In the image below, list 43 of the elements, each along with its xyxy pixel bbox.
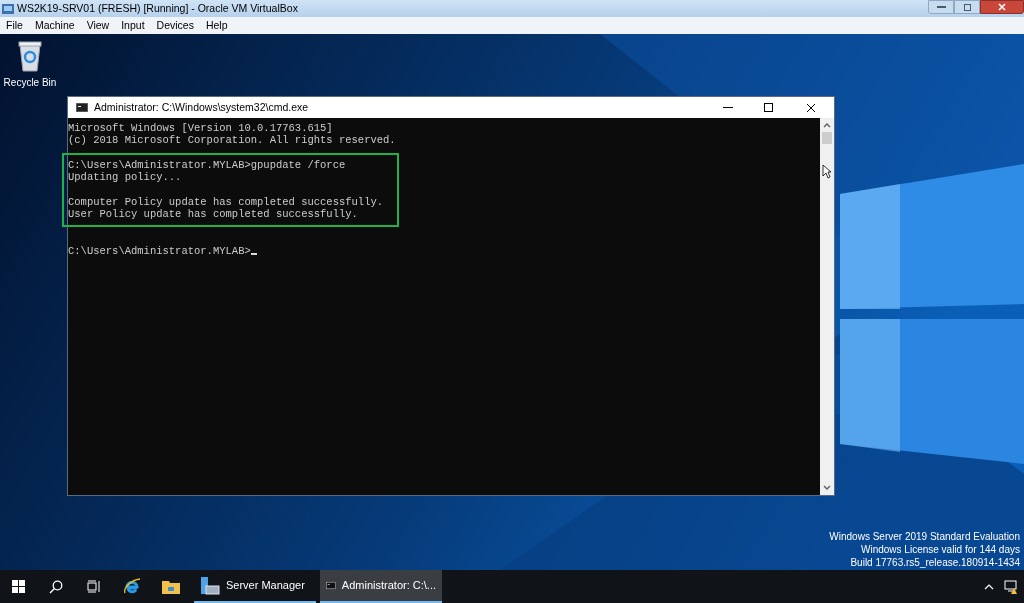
restore-button[interactable]	[954, 0, 980, 14]
taskbar-button[interactable]: Server Manager	[194, 570, 316, 603]
console-icon	[76, 103, 88, 112]
scroll-down-icon[interactable]	[823, 485, 831, 490]
close-icon	[998, 3, 1006, 11]
menu-item[interactable]: Help	[205, 17, 228, 34]
start-icon[interactable]	[11, 580, 25, 593]
browser-icon[interactable]	[123, 577, 141, 596]
window-title: WS2K19-SRV01 (FRESH) [Running] - Oracle VM VirtualBox	[17, 0, 298, 16]
console-line: Microsoft Windows [Version 10.0.17763.615]	[68, 122, 333, 135]
server-manager-icon	[200, 575, 220, 596]
chevron-up-icon[interactable]	[984, 583, 994, 590]
menu-item[interactable]: Devices	[156, 17, 194, 34]
taskbar-button[interactable]: Administrator: C:\...	[320, 570, 442, 603]
desktop-icon-label[interactable]: Recycle Bin	[3, 75, 57, 90]
console-line: Computer Policy update has completed successfully.	[68, 196, 384, 209]
edition-text: Windows Server 2019 Standard Evaluation	[829, 530, 1020, 543]
console-icon	[326, 579, 336, 592]
search-icon[interactable]	[49, 579, 63, 594]
console-line: C:\Users\Administrator.MYLAB>gpupdate /force	[68, 158, 346, 172]
menu-item[interactable]: Machine	[34, 17, 75, 34]
edition-text: Build 17763.rs5_release.180914-1434	[850, 556, 1020, 569]
recycle-bin-icon	[17, 40, 43, 72]
network-warning-icon[interactable]	[1004, 579, 1018, 594]
console-line: C:\Users\Administrator.MYLAB>	[68, 244, 251, 258]
console-line: User Policy update has completed successfully.	[68, 208, 358, 221]
scroll-up-icon[interactable]	[823, 123, 831, 128]
menu-item[interactable]: File	[6, 17, 23, 34]
minimize-button[interactable]	[928, 0, 954, 14]
scrollbar[interactable]	[820, 118, 834, 495]
task-view-icon[interactable]	[87, 580, 101, 593]
scrollbar-thumb[interactable]	[822, 132, 832, 144]
app-icon	[2, 2, 14, 15]
edition-text: Windows License valid for 144 days	[861, 543, 1020, 556]
mouse-pointer-icon	[822, 164, 832, 179]
folder-icon[interactable]	[162, 579, 180, 594]
menu-item[interactable]: View	[86, 17, 110, 34]
close-icon	[806, 102, 816, 113]
console-line: Updating policy...	[68, 171, 182, 184]
console-line: (c) 2018 Microsoft Corporation. All rights reserved.	[68, 134, 396, 147]
menu-item[interactable]: Input	[121, 17, 145, 34]
console-title: Administrator: C:\Windows\system32\cmd.exe	[94, 99, 309, 115]
close-button[interactable]	[980, 0, 1024, 14]
